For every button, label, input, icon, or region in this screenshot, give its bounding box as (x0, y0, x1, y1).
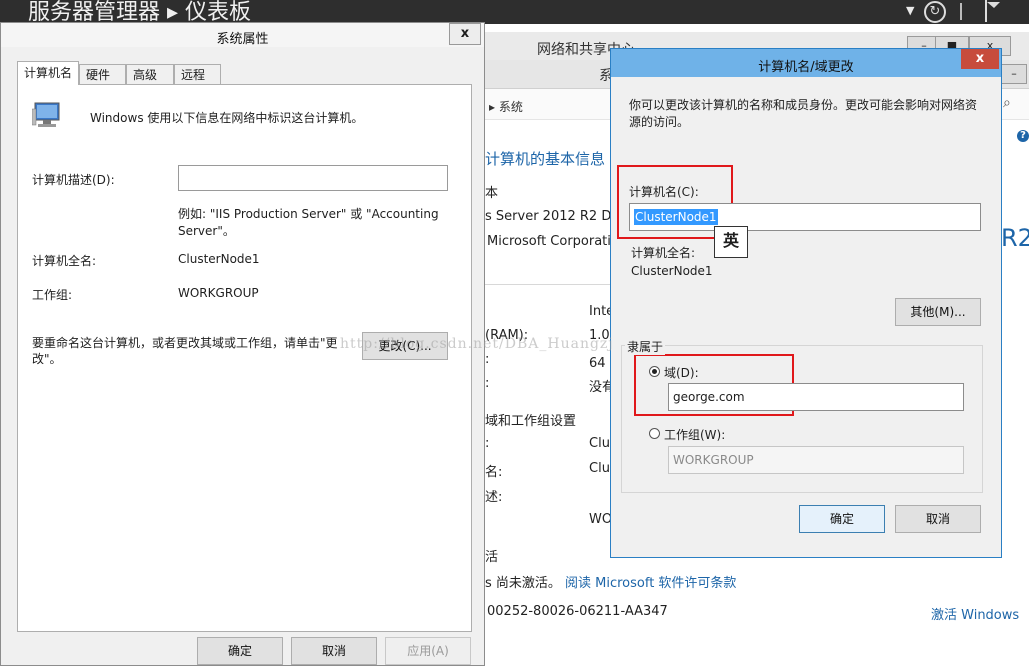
bg-divider (485, 284, 615, 285)
ime-indicator: 英 (714, 226, 748, 258)
bg-corp-line: Microsoft Corporatio (487, 234, 619, 249)
workgroup-input[interactable]: WORKGROUP (668, 446, 964, 474)
more-button[interactable]: 其他(M)... (895, 298, 981, 326)
refresh-icon[interactable]: ↻ (924, 1, 946, 23)
bg-name-label: : (485, 436, 490, 451)
member-of-label: 隶属于 (625, 338, 666, 355)
full-computer-name-value: ClusterNode1 (178, 252, 260, 266)
caret-down-icon[interactable]: ▼ (906, 4, 914, 17)
toolbar-divider (960, 3, 962, 20)
bg-workgroup-value: WO (589, 512, 613, 527)
sysprop-close-button[interactable]: x (449, 23, 481, 45)
cnd-ok-button[interactable]: 确定 (799, 505, 885, 533)
flag-icon[interactable] (984, 0, 1004, 24)
bg-section-domain: 域和工作组设置 (485, 414, 577, 429)
cnd-title: 计算机名/域更改 (758, 60, 854, 75)
help-icon[interactable]: ? (1017, 130, 1029, 142)
activation-status: s 尚未激活。 (485, 576, 561, 591)
domain-radio[interactable] (649, 366, 660, 377)
sysprop-ok-button[interactable]: 确定 (197, 637, 283, 665)
computer-description-label: 计算机描述(D): (32, 173, 115, 187)
sysprop-apply-button[interactable]: 应用(A) (385, 637, 471, 665)
sysprop-title: 系统属性 (216, 32, 269, 47)
bg-r2-logo: R2 (1001, 224, 1029, 252)
cnd-close-button[interactable]: x (961, 49, 999, 69)
activate-windows-link[interactable]: 激活 Windows (931, 604, 1019, 623)
server-manager-bar: 服务器管理器 ▸ 仪表板 ▼ ↻ (0, 0, 1029, 24)
cnd-intro-line-2: 源的访问。 (629, 115, 690, 129)
tab-hardware[interactable]: 硬件 (79, 64, 126, 84)
bg-sub-minimize-button[interactable]: – (1001, 64, 1027, 84)
cnd-fullname-label: 计算机全名: (631, 246, 696, 260)
computer-monitor-icon (31, 101, 62, 132)
bg-section-basic: 本 (485, 186, 499, 201)
tab-advanced[interactable]: 高级 (126, 64, 174, 84)
sysprop-info-text: Windows 使用以下信息在网络中标识这台计算机。 (90, 111, 364, 125)
cnd-workgroup-label: 工作组(W): (664, 428, 726, 442)
sysprop-cancel-button[interactable]: 取消 (291, 637, 377, 665)
workgroup-value: WORKGROUP (178, 286, 259, 300)
bg-desc-label: 述: (485, 490, 503, 505)
cnd-cancel-button[interactable]: 取消 (895, 505, 981, 533)
rename-instruction-line-1: 要重命名这台计算机，或者更改其域或工作组，请单击"更 (32, 336, 338, 350)
search-icon[interactable]: ⌕ (1003, 95, 1011, 111)
server-manager-title: 服务器管理器 ▸ 仪表板 (28, 0, 252, 24)
workgroup-label: 工作组: (32, 288, 73, 302)
member-of-group: 域(D): george.com 工作组(W): WORKGROUP (621, 345, 983, 493)
sysprop-titlebar: 系统属性 x (1, 23, 484, 47)
bg-section-activate: 活 (485, 550, 499, 565)
license-terms-link[interactable]: 阅读 Microsoft 软件许可条款 (565, 572, 736, 591)
tab-remote[interactable]: 远程 (174, 64, 221, 84)
bg-heading: 计算机的基本信息 (485, 150, 606, 168)
domain-label: 域(D): (664, 366, 699, 380)
bg-pen-label: : (485, 376, 490, 391)
computer-description-input[interactable] (178, 165, 448, 191)
watermark: http://blog.csdn.net/DBA_Huangzj (340, 336, 614, 352)
computer-name-domain-dialog: 计算机名/域更改 x 你可以更改该计算机的名称和成员身份。更改可能会影响对网络资… (610, 48, 1002, 558)
example-line-1: 例如: "IIS Production Server" 或 "Accountin… (178, 207, 439, 221)
workgroup-radio[interactable] (649, 428, 660, 439)
example-line-2: Server"。 (178, 224, 235, 238)
product-id: 00252-80026-06211-AA347 (487, 604, 668, 619)
cnd-titlebar: 计算机名/域更改 x (611, 49, 1001, 77)
tab-computer-name[interactable]: 计算机名 (17, 61, 79, 85)
cnd-fullname-value: ClusterNode1 (631, 264, 713, 278)
full-computer-name-label: 计算机全名: (32, 254, 97, 268)
computer-name-panel: Windows 使用以下信息在网络中标识这台计算机。 计算机描述(D): 例如:… (17, 84, 472, 632)
rename-instruction-line-2: 改"。 (32, 352, 62, 366)
breadcrumb[interactable]: ▸ 系统 (489, 98, 523, 115)
bg-type-label: : (485, 352, 490, 367)
cnd-intro-line-1: 你可以更改该计算机的名称和成员身份。更改可能会影响对网络资 (629, 98, 978, 112)
domain-input[interactable]: george.com (668, 383, 964, 411)
bg-fullname-label: 名: (485, 465, 503, 480)
